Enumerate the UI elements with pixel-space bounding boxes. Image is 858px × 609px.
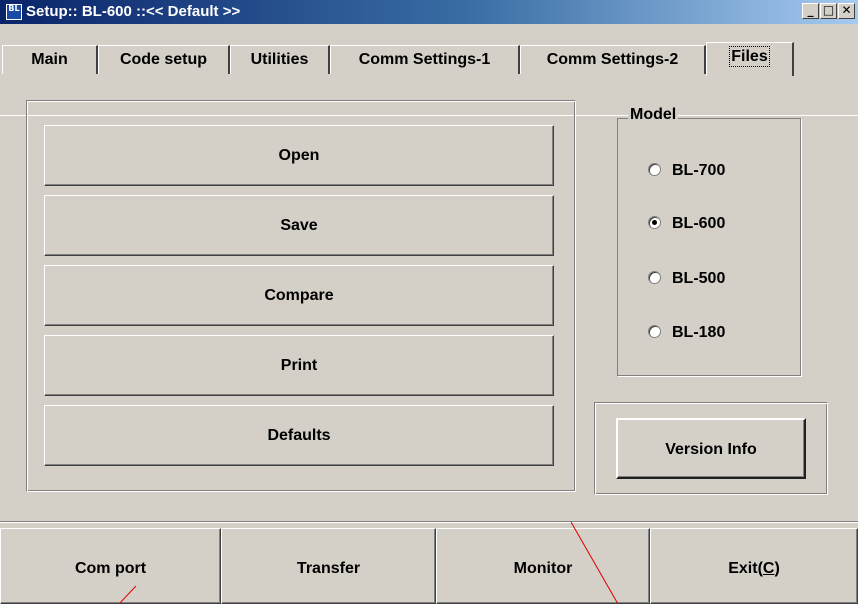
setup-window: BL Setup:: BL-600 ::<< Default >> _ □ ✕ … bbox=[0, 0, 858, 604]
annotation-overlay bbox=[118, 521, 619, 604]
tab-files[interactable]: Files bbox=[706, 42, 794, 76]
annotation-line-com-port bbox=[118, 585, 137, 604]
tab-files-label: Files bbox=[729, 46, 770, 67]
annotation-line-monitor bbox=[570, 521, 619, 604]
